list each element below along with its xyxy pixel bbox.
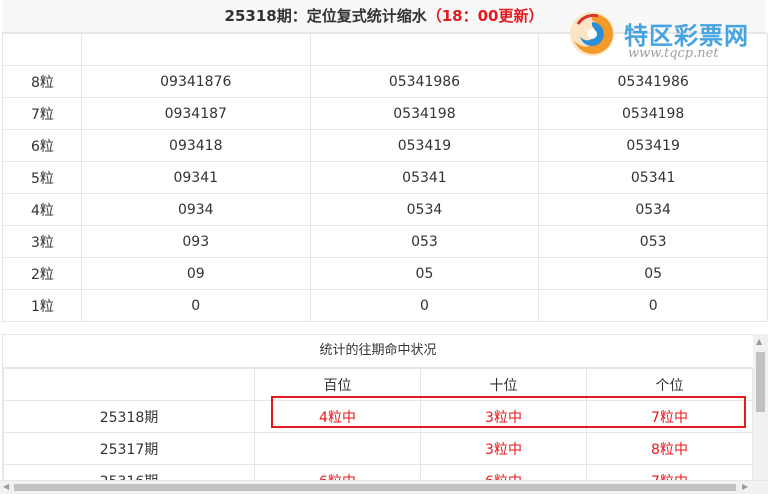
- cell-units: 05: [538, 257, 768, 290]
- cell-units: 053419: [538, 129, 768, 162]
- scrollbar-thumb[interactable]: [756, 352, 765, 412]
- table-row: 8粒 09341876 05341986 05341986: [2, 65, 768, 98]
- hit-hundreds: [254, 432, 421, 465]
- issue-number: 25317期: [3, 432, 255, 465]
- cell-hundreds: 0: [80, 289, 311, 322]
- highlight-box: [271, 396, 746, 428]
- cell-units: 0534198: [538, 97, 768, 130]
- scroll-left-icon[interactable]: ◀: [3, 482, 9, 491]
- cell-tens: 053: [309, 225, 540, 258]
- row-label: 2粒: [2, 257, 82, 290]
- cell-tens: 05341: [309, 161, 540, 194]
- title-main: 25318期：定位复式统计缩水: [224, 7, 427, 25]
- cell-hundreds: 093: [80, 225, 311, 258]
- hit-tens: 3粒中: [420, 432, 587, 465]
- horizontal-scrollbar[interactable]: ◀ ▶: [0, 480, 768, 494]
- cell-hundreds: 09: [80, 257, 311, 290]
- cell-units: 05341986: [538, 65, 768, 98]
- issue-number: 25318期: [3, 400, 255, 433]
- cell-hundreds: 09341876: [80, 65, 311, 98]
- table-row: 1粒 0 0 0: [2, 289, 768, 322]
- cell-tens: 05341986: [309, 65, 540, 98]
- cell-tens: 0: [309, 289, 540, 322]
- table-row: 4粒 0934 0534 0534: [2, 193, 768, 226]
- cell-hundreds: 0934: [80, 193, 311, 226]
- header-cell: [2, 33, 82, 66]
- header-cell: [80, 33, 311, 66]
- stats-title: 统计的往期命中状况: [3, 335, 753, 368]
- row-label: 6粒: [2, 129, 82, 162]
- cell-hundreds: 0934187: [80, 97, 311, 130]
- table-row: 5粒 09341 05341 05341: [2, 161, 768, 194]
- cell-tens: 05: [309, 257, 540, 290]
- update-time-note: （18：00更新）: [426, 7, 544, 25]
- cell-tens: 0534198: [309, 97, 540, 130]
- cell-units: 0: [538, 289, 768, 322]
- header-cell: [309, 33, 540, 66]
- swirl-logo-icon: [570, 12, 614, 56]
- position-combo-table: 8粒 09341876 05341986 05341986 7粒 0934187…: [2, 33, 768, 322]
- table-row: 3粒 093 053 053: [2, 225, 768, 258]
- hit-units: 8粒中: [586, 432, 753, 465]
- row-label: 3粒: [2, 225, 82, 258]
- scroll-up-icon[interactable]: ▲: [756, 337, 762, 346]
- row-label: 5粒: [2, 161, 82, 194]
- row-label: 1粒: [2, 289, 82, 322]
- row-label: 8粒: [2, 65, 82, 98]
- vertical-scrollbar[interactable]: ▲: [753, 334, 768, 480]
- cell-hundreds: 09341: [80, 161, 311, 194]
- row-label: 7粒: [2, 97, 82, 130]
- cell-tens: 053419: [309, 129, 540, 162]
- scroll-right-icon[interactable]: ▶: [742, 482, 748, 491]
- cell-units: 053: [538, 225, 768, 258]
- cell-units: 05341: [538, 161, 768, 194]
- table-row: 25317期 3粒中 8粒中: [3, 432, 753, 465]
- table-row: 2粒 09 05 05: [2, 257, 768, 290]
- cell-units: 0534: [538, 193, 768, 226]
- cell-hundreds: 093418: [80, 129, 311, 162]
- row-label: 4粒: [2, 193, 82, 226]
- table-row: 6粒 093418 053419 053419: [2, 129, 768, 162]
- logo-url: www.tqcp.net: [628, 46, 719, 61]
- scrollbar-thumb[interactable]: [14, 484, 736, 491]
- site-logo: 特区彩票网 www.tqcp.net: [568, 10, 768, 62]
- header-cell-issue: [3, 368, 255, 401]
- table-row: 7粒 0934187 0534198 0534198: [2, 97, 768, 130]
- cell-tens: 0534: [309, 193, 540, 226]
- page: 25318期：定位复式统计缩水（18：00更新） 8粒 09341876 053…: [0, 0, 768, 494]
